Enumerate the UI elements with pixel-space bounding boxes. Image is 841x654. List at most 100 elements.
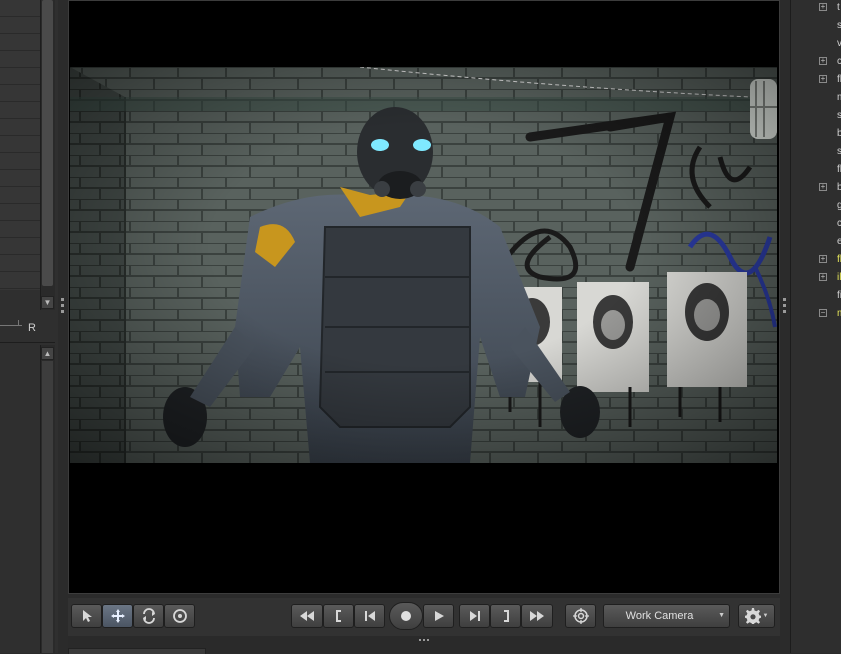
bottom-bar	[68, 636, 780, 654]
expand-icon[interactable]: +	[819, 255, 827, 263]
select-tool-button[interactable]	[71, 604, 102, 628]
scroll-up-arrow-icon[interactable]: ▲	[41, 347, 54, 360]
play-button[interactable]	[423, 604, 454, 628]
tree-item[interactable]: fl	[791, 161, 841, 179]
camera-select[interactable]: Work Camera ▼	[603, 604, 730, 628]
list-row[interactable]	[0, 255, 40, 272]
skip-to-end-button[interactable]	[459, 604, 490, 628]
tree-item-label: s	[837, 143, 841, 161]
tree-item[interactable]: c	[791, 215, 841, 233]
tree-item[interactable]: −m	[791, 305, 841, 323]
rotate-icon	[142, 608, 155, 624]
property-list[interactable]	[0, 0, 41, 290]
tree-item-label: s	[837, 17, 841, 35]
tree-item[interactable]: +b	[791, 179, 841, 197]
expand-icon[interactable]: +	[819, 3, 827, 11]
rotate-tool-button[interactable]	[133, 604, 164, 628]
mark-out-button[interactable]	[490, 604, 521, 628]
tree-item[interactable]: s	[791, 17, 841, 35]
settings-button[interactable]: ▼	[738, 604, 775, 628]
panel-tab[interactable]	[68, 648, 206, 654]
tree-item-label: fl	[837, 164, 841, 175]
list-row[interactable]	[0, 85, 40, 102]
chevron-down-icon: ▼	[718, 612, 725, 619]
slider-label: R	[28, 322, 36, 334]
splitter-grip	[61, 298, 64, 301]
tree-item[interactable]: fi	[791, 287, 841, 305]
tree-item[interactable]: e	[791, 233, 841, 251]
splitter-grip	[419, 639, 421, 641]
tree-item[interactable]: + fl	[791, 251, 841, 269]
list-row[interactable]	[0, 153, 40, 170]
list-row[interactable]	[0, 170, 40, 187]
list-row[interactable]	[0, 51, 40, 68]
target-button[interactable]	[565, 604, 596, 628]
left-splitter[interactable]	[58, 0, 68, 653]
splitter-grip	[61, 310, 64, 313]
list-row[interactable]	[0, 136, 40, 153]
list-row[interactable]	[0, 68, 40, 85]
list-row[interactable]	[0, 272, 40, 289]
tree-item[interactable]: +c	[791, 53, 841, 71]
tree-item[interactable]: g	[791, 197, 841, 215]
tree-item[interactable]: + t	[791, 0, 841, 17]
record-icon	[401, 611, 411, 621]
list-row[interactable]	[0, 17, 40, 34]
record-button[interactable]	[389, 602, 423, 630]
tree-item[interactable]: + fl	[791, 71, 841, 89]
tree-item[interactable]: s	[791, 107, 841, 125]
list-row[interactable]	[0, 187, 40, 204]
expand-icon[interactable]: +	[819, 57, 827, 65]
collapse-icon[interactable]: −	[819, 309, 827, 317]
list-row[interactable]	[0, 238, 40, 255]
fast-forward-button[interactable]	[521, 604, 553, 628]
right-splitter[interactable]	[780, 0, 790, 653]
gear-icon	[744, 608, 761, 624]
tree-item[interactable]: + ill	[791, 269, 841, 287]
list-row[interactable]	[0, 102, 40, 119]
move-tool-button[interactable]	[102, 604, 133, 628]
tree-item[interactable]: v	[791, 35, 841, 53]
list-row[interactable]	[0, 0, 40, 17]
lower-scrollbar[interactable]: ▲	[40, 345, 55, 653]
tree-item-label: v	[837, 35, 841, 53]
slider-handle[interactable]	[18, 320, 19, 325]
mark-out-bracket-icon	[503, 610, 509, 622]
expand-icon[interactable]: +	[819, 273, 827, 281]
list-row[interactable]	[0, 119, 40, 136]
fast-rewind-button[interactable]	[291, 604, 323, 628]
scale-tool-button[interactable]	[164, 604, 195, 628]
tree-item-label: fi	[837, 290, 841, 301]
tree-item[interactable]: s	[791, 143, 841, 161]
arrow-pointer-icon	[82, 610, 92, 622]
tree-item-label: t	[837, 2, 840, 13]
scale-circle-icon	[172, 609, 187, 623]
scrollbar-thumb[interactable]	[42, 361, 53, 653]
viewport-scene[interactable]	[70, 67, 777, 463]
skip-to-start-button[interactable]	[354, 604, 385, 628]
tree-item[interactable]: b	[791, 125, 841, 143]
scene-render	[70, 67, 777, 463]
element-tree-panel: +tsv+c+flmsbsfl+bgce+fl+illfi−m	[790, 0, 841, 653]
tree-item[interactable]: m	[791, 89, 841, 107]
scroll-down-arrow-icon[interactable]: ▼	[41, 296, 54, 309]
target-icon	[572, 608, 589, 624]
play-icon	[434, 611, 444, 621]
expand-icon[interactable]: +	[819, 183, 827, 191]
list-row[interactable]	[0, 204, 40, 221]
scrollbar-thumb[interactable]	[42, 0, 53, 286]
tree-item-label: e	[837, 233, 841, 251]
tree-item-label: b	[837, 125, 841, 143]
slider-track[interactable]	[0, 325, 22, 326]
tree-item-label: g	[837, 197, 841, 215]
expand-icon[interactable]: +	[819, 75, 827, 83]
splitter-grip	[423, 639, 425, 641]
tree-item-label: fl	[837, 254, 841, 265]
list-scrollbar[interactable]: ▼	[40, 0, 55, 310]
move-arrows-icon	[110, 609, 125, 623]
list-row[interactable]	[0, 34, 40, 51]
mark-in-button[interactable]	[323, 604, 354, 628]
list-row[interactable]	[0, 221, 40, 238]
splitter-grip	[783, 310, 786, 313]
tree-item-label: m	[837, 305, 841, 323]
